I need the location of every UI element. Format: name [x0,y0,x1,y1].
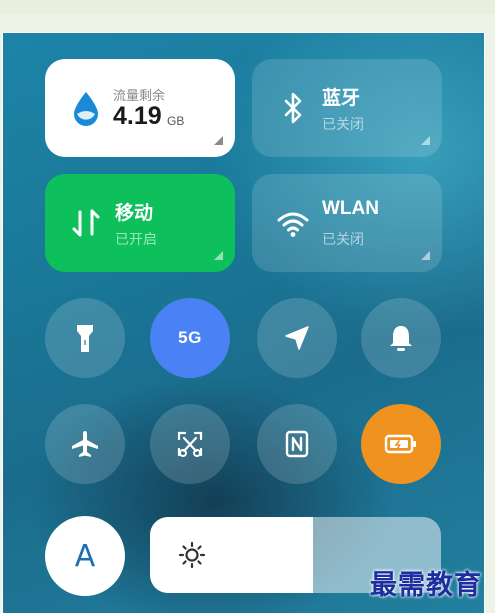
location-icon [285,326,309,350]
mobile-title: 移动 [115,203,154,224]
brightness-sun-icon [178,541,206,569]
expand-corner-icon [421,251,430,260]
mobile-data-tile[interactable]: 移动 已开启 [45,174,235,272]
data-usage-tile[interactable]: 流量剩余 4.19 GB [45,59,235,157]
data-usage-value: 4.19 [113,102,162,130]
font-size-toggle[interactable]: A [45,516,125,596]
brightness-fill [150,517,313,593]
expand-corner-icon [421,136,430,145]
control-center-panel: 流量剩余 4.19 GB 蓝牙 已关闭 移动 已开启 WLAN 已关闭 5G A [3,33,484,613]
data-usage-unit: GB [167,114,185,128]
mobile-status: 已开启 [115,231,157,247]
wifi-icon [277,212,309,237]
wlan-title: WLAN [322,198,379,219]
top-strip [0,0,495,14]
nfc-icon [285,430,309,458]
wlan-status: 已关闭 [322,231,364,247]
airplane-mode-toggle[interactable] [45,404,125,484]
5g-label: 5G [178,328,202,347]
bluetooth-icon [284,92,302,124]
airplane-icon [72,431,98,457]
5g-toggle[interactable]: 5G [150,298,230,378]
watermark: 最需教育 [370,570,482,601]
flashlight-toggle[interactable] [45,298,125,378]
font-icon: A [74,538,96,574]
location-toggle[interactable] [257,298,337,378]
bluetooth-status: 已关闭 [322,116,364,132]
battery-saver-toggle[interactable] [361,404,441,484]
nfc-toggle[interactable] [257,404,337,484]
flashlight-icon [77,325,93,352]
water-drop-icon [74,92,98,126]
battery-saver-icon [384,434,416,454]
wlan-tile[interactable]: WLAN 已关闭 [252,174,442,272]
expand-corner-icon [214,251,223,260]
bluetooth-title: 蓝牙 [322,88,361,109]
bluetooth-tile[interactable]: 蓝牙 已关闭 [252,59,442,157]
screenshot-toggle[interactable] [150,404,230,484]
expand-corner-icon [214,136,223,145]
notification-toggle[interactable] [361,298,441,378]
transfer-arrows-icon [72,209,100,237]
screenshot-scissors-icon [177,431,203,457]
bell-icon [390,326,412,351]
